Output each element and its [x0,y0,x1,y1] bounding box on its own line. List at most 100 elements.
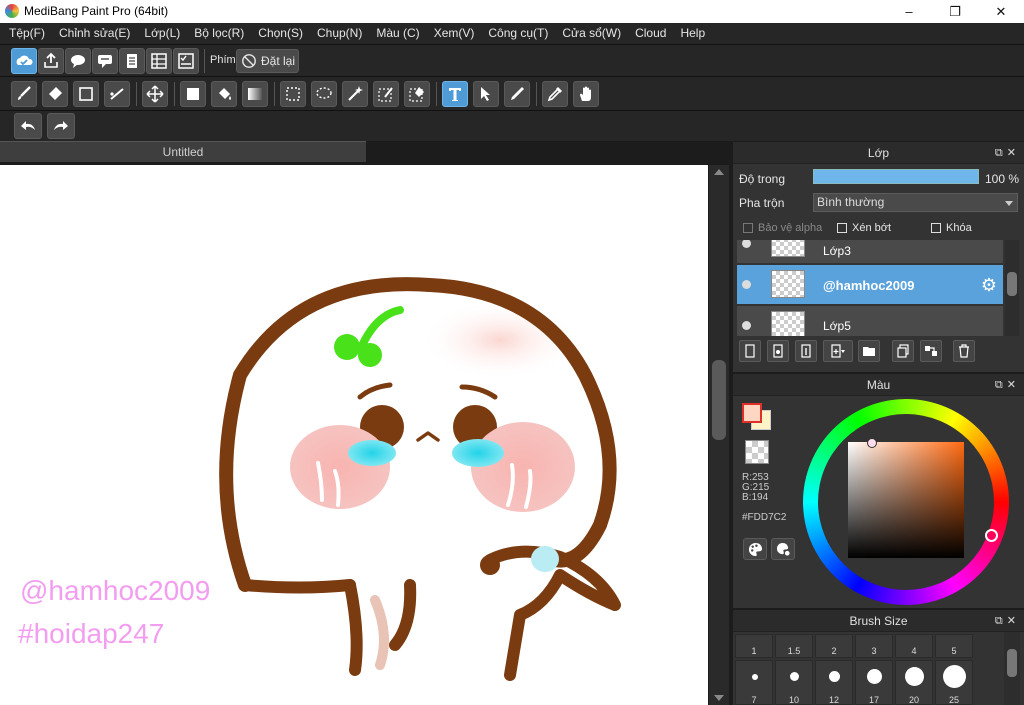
brush-scrollbar[interactable] [1004,632,1020,705]
brush-size-cell[interactable]: 1.5 [775,634,813,658]
saturation-value-square[interactable] [848,442,964,558]
merge-down-button[interactable] [920,340,942,362]
duplicate-layer-button[interactable] [892,340,914,362]
close-button[interactable]: ✕ [978,0,1024,23]
blend-mode-select[interactable]: Bình thường [813,193,1018,212]
line-tool-button[interactable] [104,81,130,107]
menu-cloud[interactable]: Cloud [628,23,673,44]
scroll-up-arrow-icon[interactable] [714,169,724,175]
transparent-color-swatch[interactable] [745,440,769,464]
new-1bit-layer-button[interactable] [795,340,817,362]
fill-rect-tool-button[interactable] [180,81,206,107]
visibility-eye-icon[interactable] [742,280,751,289]
protect-alpha-checkbox[interactable]: Bảo vệ alpha [743,222,822,234]
select-rect-tool-button[interactable] [280,81,306,107]
toolbar-separator [536,82,537,106]
brush-size-cell[interactable]: 3 [855,634,893,658]
panel-window-buttons[interactable]: ⧉✕ [995,614,1020,628]
page-button[interactable] [119,48,145,74]
upload-button[interactable] [38,48,64,74]
visibility-eye-icon[interactable] [742,240,751,248]
delete-layer-button[interactable] [953,340,975,362]
undo-button[interactable] [14,113,42,139]
new-layer-button[interactable] [739,340,761,362]
divide-tool-button[interactable] [504,81,530,107]
cloud-check-button[interactable] [11,48,37,74]
reset-button[interactable]: Đặt lại [236,49,299,73]
brush-scroll-thumb[interactable] [1007,649,1017,677]
panel-window-buttons[interactable]: ⧉✕ [995,378,1020,392]
dot-tool-button[interactable] [73,81,99,107]
menu-help[interactable]: Help [673,23,712,44]
text-tool-button[interactable] [442,81,468,107]
new-folder-button[interactable] [858,340,880,362]
menu-window[interactable]: Cửa sổ(W) [555,23,628,44]
layer-scroll-thumb[interactable] [1007,272,1017,296]
bucket-tool-button[interactable] [211,81,237,107]
redo-button[interactable] [47,113,75,139]
saturation-picker-handle[interactable] [867,438,877,448]
brush-size-cell[interactable]: 17 [855,660,893,705]
menu-tools[interactable]: Công cụ(T) [481,23,555,44]
lock-checkbox[interactable]: Khóa [931,222,972,234]
hue-picker-handle[interactable] [985,529,998,542]
select-eraser-tool-button[interactable] [404,81,430,107]
protect-alpha-label: Bảo vệ alpha [758,222,823,234]
menu-view[interactable]: Xem(V) [427,23,482,44]
eyedropper-tool-button[interactable] [542,81,568,107]
add-layer-menu-button[interactable] [823,340,853,362]
eraser-tool-button[interactable] [42,81,68,107]
menu-color[interactable]: Màu (C) [369,23,426,44]
history-toolbar [0,110,1024,141]
page-icon [127,54,137,68]
foreground-color-swatch[interactable] [742,403,762,423]
drawing-canvas[interactable]: @hamhoc2009 #hoidap247 [0,165,708,705]
scroll-down-arrow-icon[interactable] [714,695,724,701]
brush-size-label: 25 [948,695,959,705]
brush-size-cell[interactable]: 5 [935,634,973,658]
brush-size-cell[interactable]: 4 [895,634,933,658]
brush-size-cell[interactable]: 7 [735,660,773,705]
palette-button[interactable] [743,538,767,560]
operation-tool-button[interactable] [473,81,499,107]
new-halftone-layer-button[interactable] [767,340,789,362]
chat-button[interactable] [92,48,118,74]
menu-edit[interactable]: Chỉnh sửa(E) [52,23,137,44]
menu-select[interactable]: Chọn(S) [251,23,310,44]
brush-size-cell[interactable]: 10 [775,660,813,705]
move-tool-button[interactable] [142,81,168,107]
opacity-slider[interactable] [813,169,979,184]
checklist-button[interactable] [173,48,199,74]
color-settings-button[interactable] [771,538,795,560]
document-tab[interactable]: Untitled [0,141,366,162]
select-pen-tool-button[interactable] [373,81,399,107]
brush-tool-button[interactable] [11,81,37,107]
page-manager-button[interactable] [146,48,172,74]
brush-size-cell[interactable]: 2 [815,634,853,658]
panel-window-buttons[interactable]: ⧉✕ [995,146,1020,160]
layer-item[interactable]: Lớp3 [737,240,1003,264]
menu-capture[interactable]: Chụp(N) [310,23,369,44]
canvas-scrollbar[interactable] [709,165,729,705]
comment-button[interactable] [65,48,91,74]
clipping-checkbox[interactable]: Xén bớt [837,222,891,234]
menu-file[interactable]: Tệp(F) [2,23,52,44]
gear-icon[interactable]: ⚙ [981,275,997,296]
brush-size-cell[interactable]: 12 [815,660,853,705]
brush-size-cell[interactable]: 1 [735,634,773,658]
lasso-tool-button[interactable] [311,81,337,107]
visibility-eye-icon[interactable] [742,321,751,330]
scroll-thumb[interactable] [712,360,726,440]
brush-size-cell[interactable]: 25 [935,660,973,705]
brush-size-cell[interactable]: 20 [895,660,933,705]
menu-layer[interactable]: Lớp(L) [137,23,187,44]
gradient-tool-button[interactable] [242,81,268,107]
hand-tool-button[interactable] [573,81,599,107]
minimize-button[interactable]: – [886,0,932,23]
menu-filter[interactable]: Bộ lọc(R) [187,23,251,44]
layer-item[interactable]: Lớp5 [737,306,1003,336]
layer-scrollbar[interactable] [1005,240,1019,336]
magic-wand-tool-button[interactable] [342,81,368,107]
maximize-button[interactable]: ❐ [932,0,978,23]
layer-item-selected[interactable]: @hamhoc2009 ⚙ [737,265,1003,305]
